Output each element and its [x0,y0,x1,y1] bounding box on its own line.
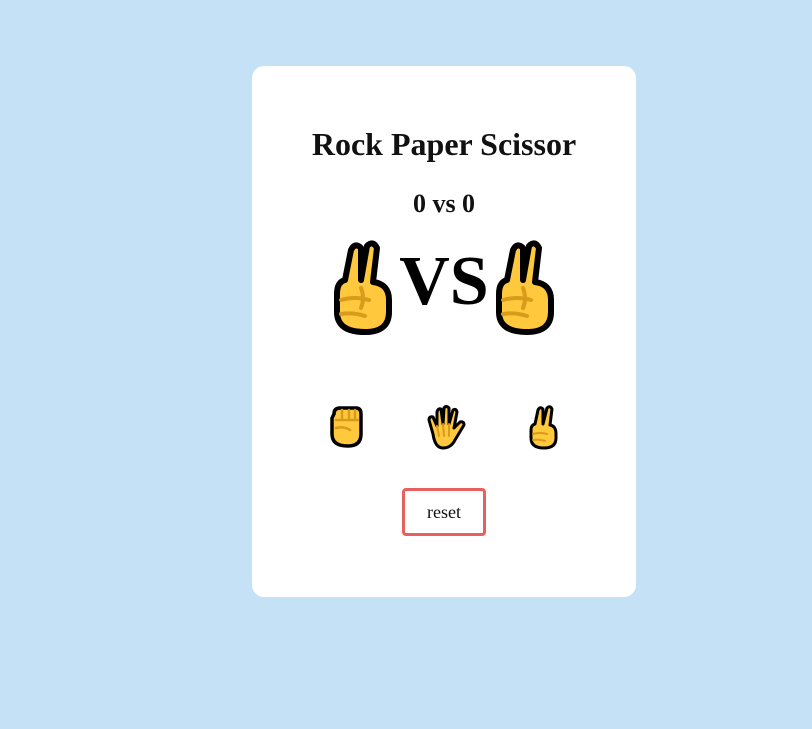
rock-button[interactable] [328,404,364,451]
paper-hand-icon [427,405,466,450]
page-title: Rock Paper Scissor [311,126,577,162]
computer-hand-icon [493,238,557,338]
choice-buttons [252,404,636,454]
vs-label: VS [399,243,489,320]
paper-button[interactable] [425,404,467,453]
scissors-button[interactable] [528,404,558,453]
scissors-hand-icon [529,405,558,450]
player-hand-icon [331,238,395,338]
battle-arena: VS [252,238,636,338]
rock-fist-icon [330,406,363,448]
score-display: 0 vs 0 [412,189,476,218]
reset-button[interactable]: reset [402,488,486,536]
game-card: Rock Paper Scissor 0 vs 0 VS reset [252,66,636,597]
